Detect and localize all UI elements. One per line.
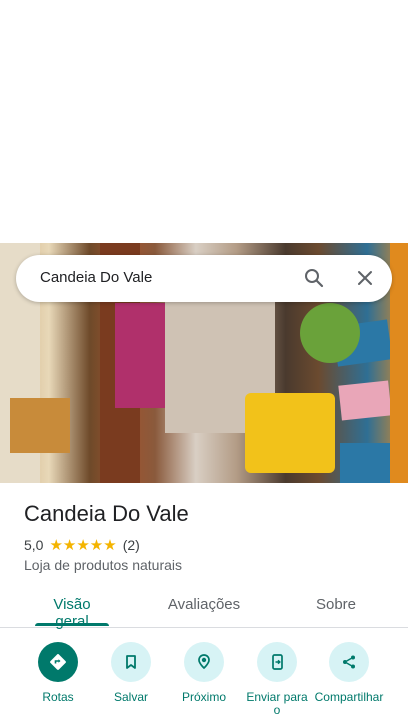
photo-pink-poster	[115, 303, 165, 408]
share-label: Compartilhar	[314, 690, 384, 704]
share-button[interactable]: Compartilhar	[314, 642, 384, 704]
photo-blue-sign-lower	[340, 443, 390, 483]
map-blank-area	[0, 0, 408, 243]
save-label: Salvar	[113, 690, 148, 704]
tab-about[interactable]: Sobre	[306, 596, 366, 613]
nearby-label: Próximo	[181, 690, 226, 704]
search-query[interactable]: Candeia Do Vale	[40, 269, 152, 286]
search-icon[interactable]	[302, 266, 326, 290]
nearby-icon	[184, 642, 224, 682]
directions-label: Rotas	[42, 690, 74, 704]
tab-bar: Visão geral Avaliações Sobre	[0, 585, 408, 630]
photo-plant	[300, 303, 360, 363]
directions-icon	[38, 642, 78, 682]
share-icon	[329, 642, 369, 682]
tab-reviews[interactable]: Avaliações	[160, 596, 248, 613]
save-button[interactable]: Salvar	[96, 642, 166, 704]
rating-row[interactable]: 5,0 ★★★★★ (2)	[24, 536, 140, 554]
place-category: Loja de produtos naturais	[24, 557, 182, 573]
send-to-phone-label: Enviar para o	[246, 690, 308, 717]
close-icon[interactable]	[353, 266, 377, 290]
photo-orange-panel	[10, 398, 70, 453]
search-bar[interactable]: Candeia Do Vale	[16, 255, 392, 302]
place-title: Candeia Do Vale	[24, 501, 189, 526]
bookmark-icon	[111, 642, 151, 682]
send-to-phone-button[interactable]: Enviar para o	[242, 642, 312, 717]
rating-value: 5,0	[24, 537, 44, 553]
nearby-button[interactable]: Próximo	[169, 642, 239, 704]
review-count: (2)	[122, 537, 140, 553]
star-rating-icon: ★★★★★	[49, 537, 117, 554]
directions-button[interactable]: Rotas	[23, 642, 93, 704]
photo-pink-sign	[338, 380, 392, 421]
photo-orange-edge	[390, 243, 408, 483]
active-tab-indicator	[35, 623, 109, 626]
send-to-phone-icon	[257, 642, 297, 682]
photo-yellow-cloth	[245, 393, 335, 473]
